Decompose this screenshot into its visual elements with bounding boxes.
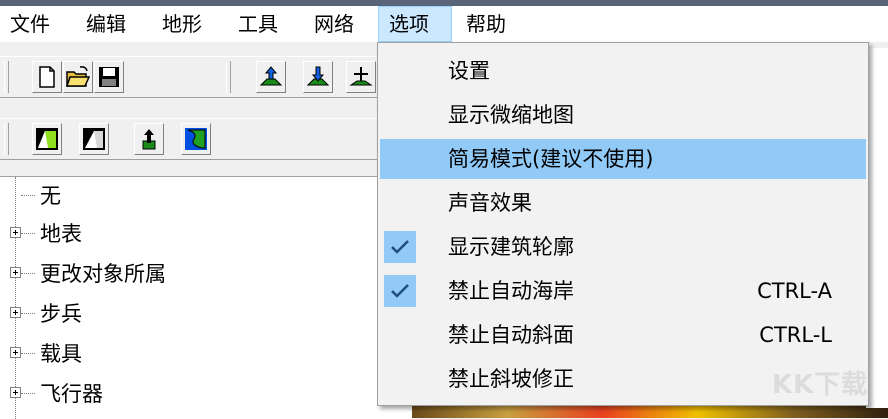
lower-terrain-button[interactable] xyxy=(303,61,333,93)
tree-connector xyxy=(21,273,35,274)
open-folder-icon xyxy=(66,66,90,87)
site-watermark: KK下载 xyxy=(772,370,869,400)
tree-item-label: 飞行器 xyxy=(40,382,103,406)
ramp-green-icon xyxy=(36,128,58,150)
menu-item-shortcut: CTRL-A xyxy=(757,279,832,303)
tree-item-ground[interactable]: 地表 xyxy=(0,215,412,253)
menu-help[interactable]: 帮助 xyxy=(456,6,516,42)
menu-item-label: 声音效果 xyxy=(448,191,532,215)
menu-item-label: 显示建筑轮廓 xyxy=(448,235,574,259)
menu-file[interactable]: 文件 xyxy=(0,6,60,42)
open-file-button[interactable] xyxy=(63,61,93,93)
tree-item-vehicles[interactable]: 载具 xyxy=(0,335,412,373)
menu-item-disable-auto-shore[interactable]: 禁止自动海岸 CTRL-A xyxy=(380,271,866,311)
expand-plus-icon[interactable] xyxy=(10,227,21,238)
menu-network[interactable]: 网络 xyxy=(304,6,364,42)
tree-item-none[interactable]: 无 xyxy=(0,177,412,215)
checkmark-icon xyxy=(384,231,416,263)
toolbar-grip[interactable] xyxy=(4,61,9,93)
checkmark-icon xyxy=(384,275,416,307)
tree-connector xyxy=(21,353,35,354)
menu-options[interactable]: 选项 xyxy=(378,6,452,42)
tree-item-label: 更改对象所属 xyxy=(40,262,166,286)
flatten-terrain-icon xyxy=(349,67,373,86)
tree-connector xyxy=(21,195,35,196)
menu-item-easy-mode[interactable]: 简易模式(建议不使用) xyxy=(380,139,866,179)
toolbar-grip[interactable] xyxy=(4,123,9,155)
toolbar-grip[interactable] xyxy=(226,61,231,93)
raise-tile-icon xyxy=(142,129,156,150)
options-dropdown-menu: 设置 显示微缩地图 简易模式(建议不使用) 声音效果 显示建筑轮廓 禁止自动海岸… xyxy=(377,42,869,406)
right-panel-edge xyxy=(866,48,888,408)
menu-item-disable-auto-slope[interactable]: 禁止自动斜面 CTRL-L xyxy=(380,315,866,355)
menu-item-label: 禁止斜坡修正 xyxy=(448,367,574,391)
tree-item-label: 无 xyxy=(40,184,61,208)
menu-item-label: 简易模式(建议不使用) xyxy=(448,147,654,171)
tree-item-infantry[interactable]: 步兵 xyxy=(0,295,412,333)
water-tile-icon xyxy=(185,128,207,150)
raise-terrain-button[interactable] xyxy=(256,61,286,93)
tree-item-label: 地表 xyxy=(40,222,82,246)
menu-item-show-building-outline[interactable]: 显示建筑轮廓 xyxy=(380,227,866,267)
expand-plus-icon[interactable] xyxy=(10,307,21,318)
save-floppy-icon xyxy=(99,67,119,87)
menu-item-shortcut: CTRL-L xyxy=(759,323,832,347)
new-file-button[interactable] xyxy=(32,61,62,93)
ramp-green-button[interactable] xyxy=(32,123,62,155)
menu-item-settings[interactable]: 设置 xyxy=(380,51,866,91)
expand-plus-icon[interactable] xyxy=(10,267,21,278)
menu-terrain[interactable]: 地形 xyxy=(152,6,212,42)
tree-item-label: 载具 xyxy=(40,342,82,366)
raise-tile-button[interactable] xyxy=(134,123,164,155)
tree-item-aircraft[interactable]: 飞行器 xyxy=(0,375,412,413)
expand-plus-icon[interactable] xyxy=(10,387,21,398)
flatten-terrain-button[interactable] xyxy=(346,61,376,93)
menu-item-label: 设置 xyxy=(448,59,490,83)
save-file-button[interactable] xyxy=(94,61,124,93)
menu-edit[interactable]: 编辑 xyxy=(76,6,136,42)
object-tree[interactable]: 无 地表 更改对象所属 步兵 载具 飞行器 xyxy=(0,176,412,419)
menu-item-sound-effects[interactable]: 声音效果 xyxy=(380,183,866,223)
menu-item-label: 禁止自动海岸 xyxy=(448,279,574,303)
water-tile-button[interactable] xyxy=(181,123,211,155)
menu-tools[interactable]: 工具 xyxy=(228,6,288,42)
new-file-icon xyxy=(39,66,55,88)
tree-item-label: 步兵 xyxy=(40,302,82,326)
tree-item-change-owner[interactable]: 更改对象所属 xyxy=(0,255,412,293)
tree-connector xyxy=(21,393,35,394)
menu-item-show-minimap[interactable]: 显示微缩地图 xyxy=(380,95,866,135)
ramp-white-icon xyxy=(83,128,105,150)
tree-connector xyxy=(21,233,35,234)
ramp-white-button[interactable] xyxy=(79,123,109,155)
lower-terrain-icon xyxy=(306,66,330,86)
menu-item-label: 显示微缩地图 xyxy=(448,103,574,127)
menu-item-label: 禁止自动斜面 xyxy=(448,323,574,347)
raise-terrain-icon xyxy=(259,66,283,86)
tree-connector xyxy=(21,313,35,314)
expand-plus-icon[interactable] xyxy=(10,347,21,358)
